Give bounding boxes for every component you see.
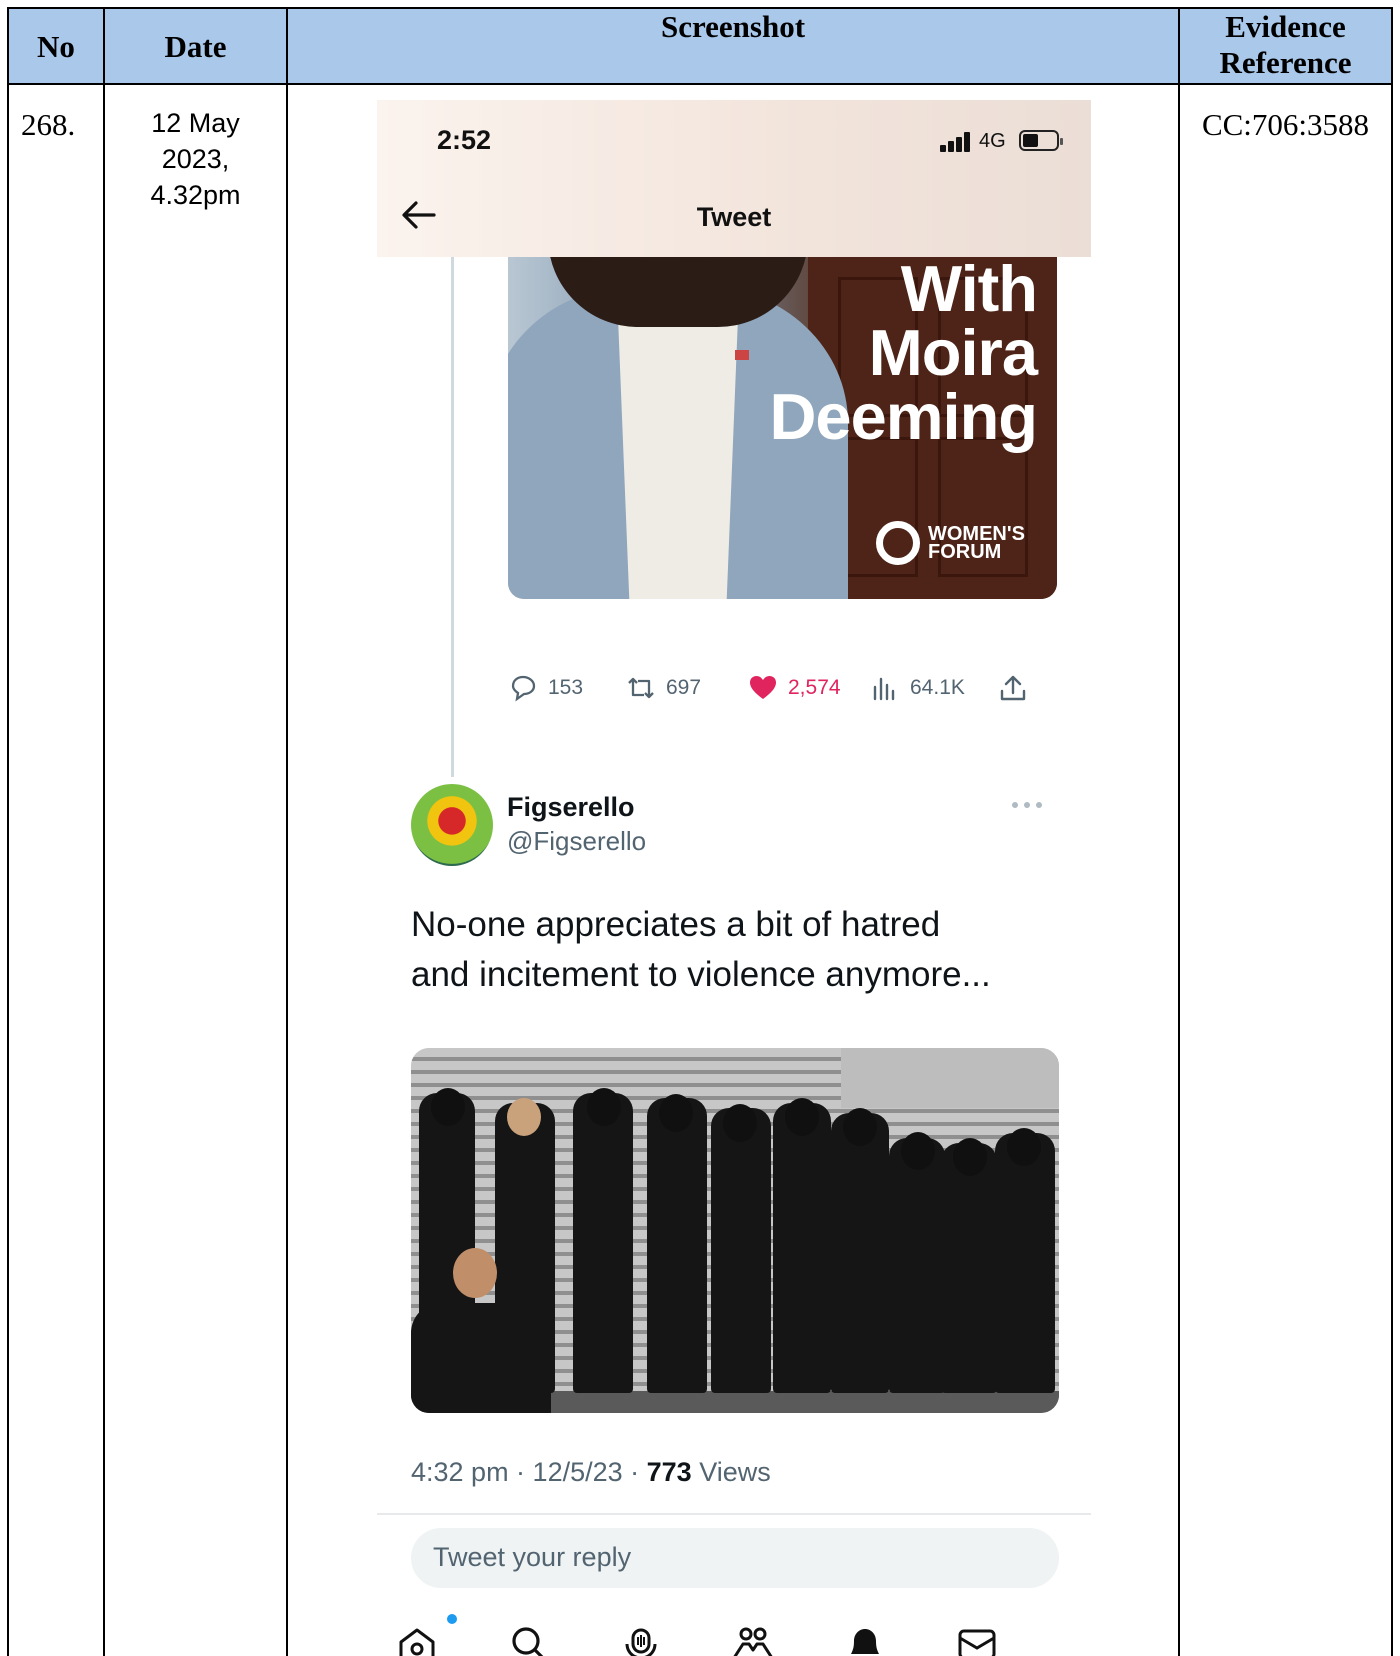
column-divider (103, 9, 105, 1656)
views-button[interactable]: 64.1K (870, 673, 965, 703)
avatar[interactable] (411, 784, 493, 866)
header-screenshot: Screenshot (288, 9, 1178, 85)
spaces-icon[interactable] (619, 1622, 663, 1656)
promo-title: With Moira Deeming (769, 257, 1038, 453)
womens-forum-logo-icon (876, 521, 920, 565)
quoted-tweet-image[interactable]: With Moira Deeming WOMEN'S FORUM (508, 257, 1057, 599)
search-icon[interactable] (507, 1622, 551, 1656)
reply-photo[interactable] (411, 1048, 1059, 1413)
row-date: 12 May 2023, 4.32pm (150, 108, 241, 210)
column-divider (1178, 9, 1180, 1656)
bottom-tab-bar (377, 1622, 1091, 1656)
retweet-icon (628, 677, 654, 699)
like-button[interactable]: 2,574 (748, 673, 841, 703)
header-date: Date (105, 9, 286, 85)
reply-timestamp: 4:32 pm · 12/5/23 · 773 Views (411, 1457, 771, 1487)
header-evidence-reference: Evidence Reference (1180, 9, 1391, 85)
header-no: No (9, 9, 103, 85)
status-time: 2:52 (437, 125, 492, 155)
analytics-icon (873, 677, 895, 701)
reply-icon (511, 675, 536, 702)
row-evidence-reference: CC:706:3588 (1201, 107, 1370, 142)
reply-input[interactable]: Tweet your reply (411, 1528, 1059, 1588)
more-options-icon[interactable] (1007, 800, 1047, 810)
thread-line (451, 257, 454, 777)
reply-button[interactable]: 153 (508, 673, 583, 703)
nav-title: Tweet (696, 202, 772, 232)
column-divider (286, 9, 288, 1656)
battery-icon (1019, 130, 1063, 151)
tweet-metrics: 153 697 2,574 64.1K (508, 673, 1057, 709)
home-icon[interactable] (395, 1622, 439, 1656)
row-number: 268. (21, 107, 76, 142)
signal-icon (940, 132, 976, 152)
divider (377, 1513, 1091, 1515)
share-button[interactable] (998, 673, 1028, 703)
share-icon (1000, 675, 1026, 701)
bell-icon[interactable] (843, 1622, 887, 1656)
reply-handle[interactable]: @Figserello (507, 826, 646, 857)
reply-text: No-one appreciates a bit of hatred and i… (411, 905, 991, 994)
status-bar: 2:52 4G Tweet (377, 100, 1091, 257)
retweet-button[interactable]: 697 (626, 673, 701, 703)
network-label: 4G (979, 130, 1006, 152)
mail-icon[interactable] (955, 1622, 999, 1656)
heart-icon (750, 676, 776, 699)
womens-forum-logo-text: WOMEN'S FORUM (928, 523, 1025, 563)
tweet-screenshot: 2:52 4G Tweet With Moira Deeming WOMEN'S… (377, 100, 1091, 1656)
notification-dot (447, 1614, 457, 1624)
reply-display-name[interactable]: Figserello (507, 792, 635, 823)
communities-icon[interactable] (731, 1622, 775, 1656)
